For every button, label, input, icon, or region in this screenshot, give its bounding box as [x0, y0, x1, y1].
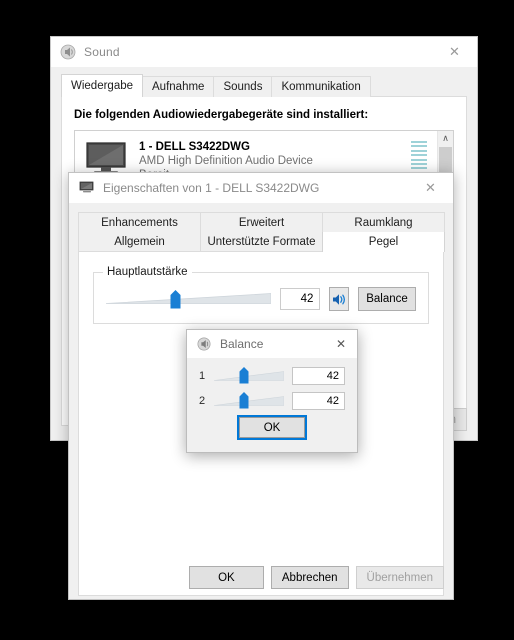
balance-dialog: Balance ✕ 1 42 2 42 OK — [186, 329, 358, 453]
slider-thumb[interactable] — [170, 290, 181, 309]
slider-thumb[interactable] — [239, 367, 249, 384]
tab-allgemein[interactable]: Allgemein — [78, 232, 201, 252]
balance-footer: OK — [199, 415, 345, 440]
desktop-background: Sound ✕ Wiedergabe Aufnahme Sounds Kommu… — [0, 0, 514, 640]
channel-label: 1 — [199, 370, 206, 382]
balance-dialog-title: Balance — [220, 337, 264, 351]
hauptlautstaerke-label: Hauptlautstärke — [103, 266, 192, 278]
channel-2-slider[interactable] — [214, 391, 285, 411]
speaker-icon — [60, 44, 76, 60]
sound-window-title: Sound — [84, 45, 120, 59]
properties-titlebar: Eigenschaften von 1 - DELL S3422DWG ✕ — [69, 173, 453, 203]
tab-aufnahme[interactable]: Aufnahme — [142, 76, 215, 97]
close-icon[interactable]: ✕ — [432, 37, 477, 67]
master-volume-slider[interactable] — [105, 288, 272, 310]
tab-kommunikation[interactable]: Kommunikation — [271, 76, 371, 97]
hauptlautstaerke-group: Hauptlautstärke 42 Balance — [93, 266, 429, 324]
properties-footer: OK Abbrechen Übernehmen — [188, 566, 444, 589]
properties-tabstrip-row2: Allgemein Unterstützte Formate Pegel — [78, 232, 445, 252]
devices-installed-label: Die folgenden Audiowiedergabegeräte sind… — [74, 109, 369, 121]
properties-ok-button[interactable]: OK — [188, 566, 264, 589]
speaker-icon — [196, 336, 212, 352]
channel-1-slider[interactable] — [214, 366, 285, 386]
slider-thumb[interactable] — [239, 392, 249, 409]
close-icon[interactable]: ✕ — [408, 173, 453, 203]
balance-channel-row: 1 42 — [199, 366, 345, 386]
tab-raumklang[interactable]: Raumklang — [322, 212, 445, 232]
properties-tabstrip-row1: Enhancements Erweitert Raumklang — [78, 212, 445, 232]
device-driver: AMD High Definition Audio Device — [139, 155, 313, 167]
balance-titlebar: Balance ✕ — [187, 330, 357, 358]
channel-1-value[interactable]: 42 — [292, 367, 345, 385]
slider-track — [214, 369, 285, 381]
volume-row: 42 Balance — [105, 287, 416, 311]
scroll-up-icon[interactable]: ∧ — [438, 131, 453, 147]
channel-label: 2 — [199, 395, 206, 407]
balance-ok-button[interactable]: OK — [237, 415, 307, 440]
monitor-icon — [79, 180, 95, 196]
volume-value-field[interactable]: 42 — [280, 288, 321, 310]
tab-enhancements[interactable]: Enhancements — [78, 212, 201, 232]
tab-sounds[interactable]: Sounds — [213, 76, 273, 97]
close-icon[interactable]: ✕ — [325, 330, 357, 358]
balance-channel-row: 2 42 — [199, 391, 345, 411]
slider-track — [105, 292, 272, 305]
balance-button[interactable]: Balance — [358, 287, 416, 311]
properties-cancel-button[interactable]: Abbrechen — [270, 566, 349, 589]
tab-unterstuetzte-formate[interactable]: Unterstützte Formate — [200, 232, 323, 252]
tab-erweitert[interactable]: Erweitert — [200, 212, 323, 232]
sound-titlebar: Sound ✕ — [51, 37, 477, 67]
sound-tabstrip: Wiedergabe Aufnahme Sounds Kommunikation — [61, 74, 467, 97]
speaker-volume-icon[interactable] — [329, 287, 349, 311]
channel-2-value[interactable]: 42 — [292, 392, 345, 410]
properties-apply-button: Übernehmen — [355, 566, 444, 589]
device-name: 1 - DELL S3422DWG — [139, 141, 250, 153]
tab-wiedergabe[interactable]: Wiedergabe — [61, 74, 144, 97]
slider-track — [214, 394, 285, 406]
properties-window-title: Eigenschaften von 1 - DELL S3422DWG — [103, 181, 320, 195]
balance-body: 1 42 2 42 OK — [187, 358, 357, 440]
tab-pegel[interactable]: Pegel — [322, 232, 445, 252]
